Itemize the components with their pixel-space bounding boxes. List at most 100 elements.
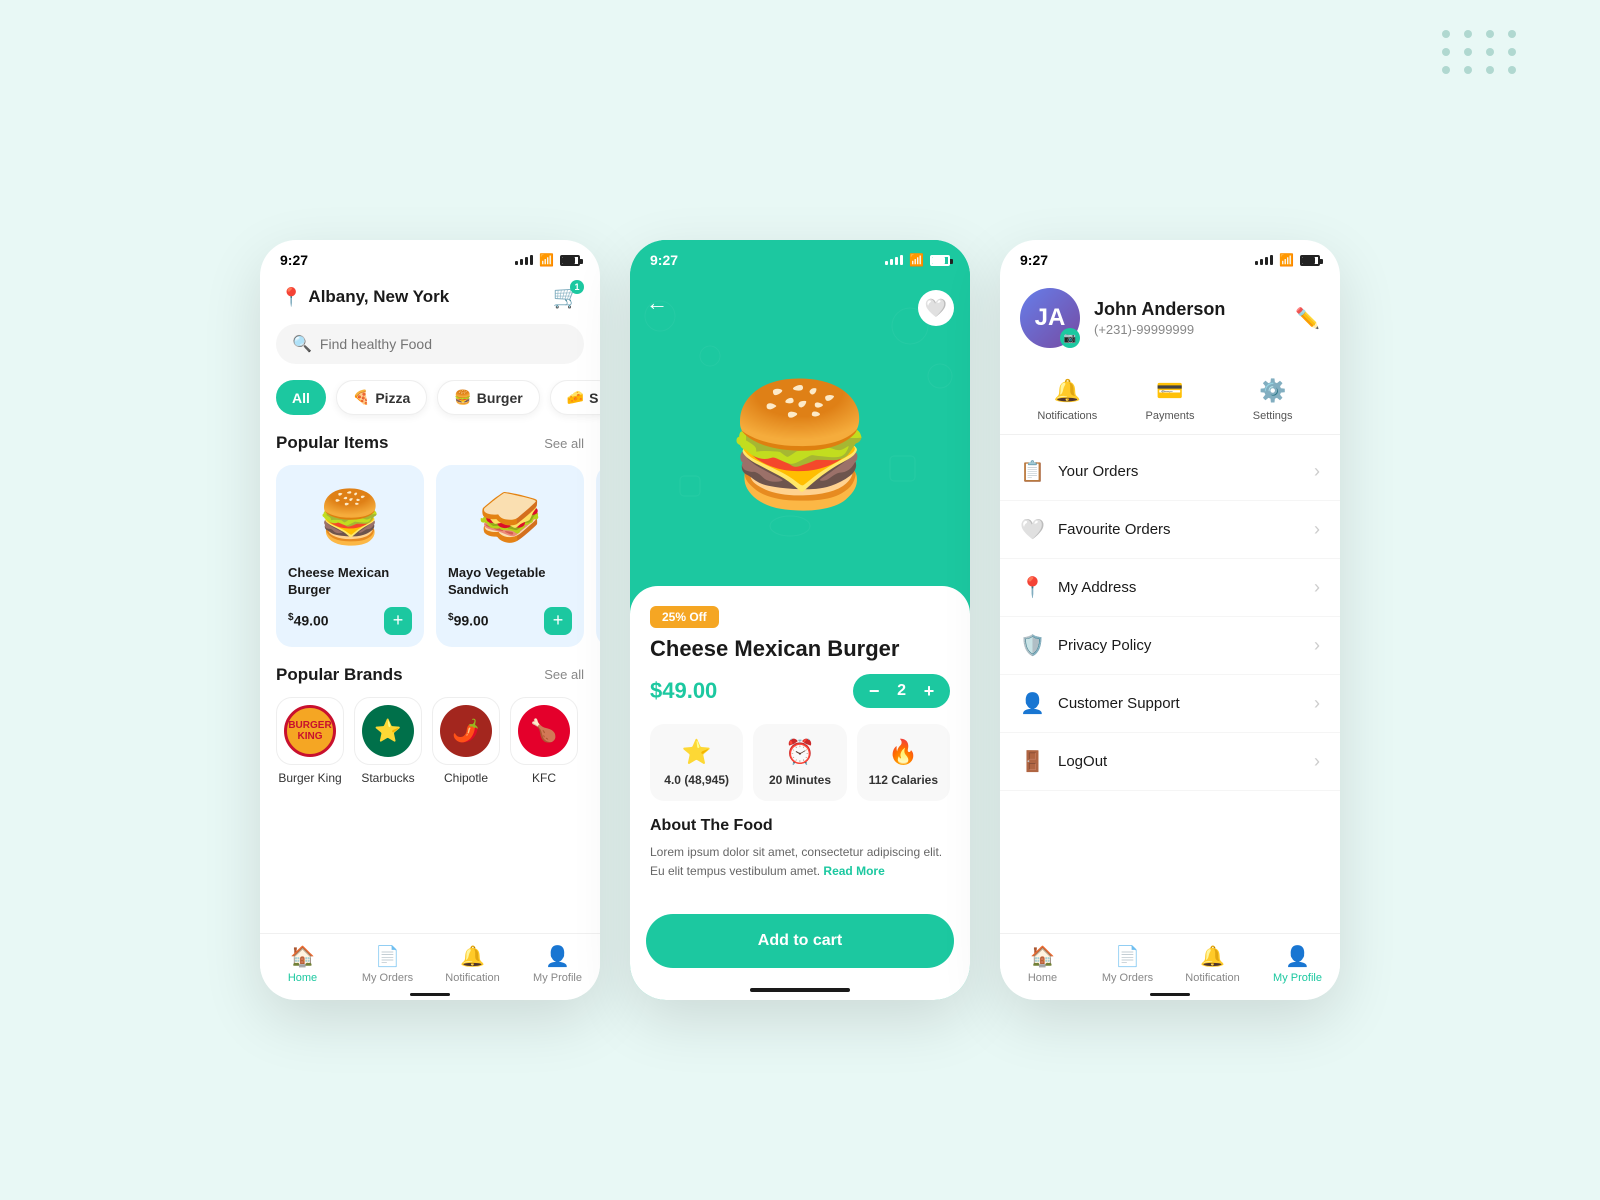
phone2-hero: ← 🤍 🍔: [630, 276, 970, 596]
food-card-1[interactable]: 🍔 Cheese Mexican Burger $49.00 +: [276, 465, 424, 647]
menu-favourite-orders[interactable]: 🤍 Favourite Orders ›: [1000, 501, 1340, 559]
add-to-cart-button[interactable]: Add to cart: [646, 914, 954, 968]
time-2: 9:27: [650, 252, 678, 268]
edit-profile-button[interactable]: ✏️: [1295, 306, 1320, 331]
category-burger[interactable]: 🍔 Burger: [437, 380, 539, 415]
bottom-nav-3: 🏠 Home 📄 My Orders 🔔 Notification 👤 My P…: [1000, 933, 1340, 1000]
nav-profile-label-3: My Profile: [1273, 972, 1322, 984]
food-card-1-price: $49.00: [288, 612, 329, 629]
home-icon-3: 🏠: [1030, 944, 1055, 969]
menu-customer-support[interactable]: 👤 Customer Support ›: [1000, 675, 1340, 733]
tab-payments[interactable]: 💳 Payments: [1119, 368, 1222, 434]
cart-badge: 1: [570, 280, 584, 294]
orders-icon-1: 📄: [375, 944, 400, 969]
nav-home-label-3: Home: [1028, 972, 1057, 984]
nav-orders-label-1: My Orders: [362, 972, 413, 984]
qty-increase-btn[interactable]: +: [918, 680, 940, 702]
food-card-2-img: 🥪: [448, 477, 572, 557]
chipotle-logo-design: 🌶️: [440, 705, 492, 757]
about-title: About The Food: [650, 817, 950, 835]
nav-orders-1[interactable]: 📄 My Orders: [345, 944, 430, 984]
signal-1: [515, 255, 533, 265]
nav-home-3[interactable]: 🏠 Home: [1000, 944, 1085, 984]
logout-chevron-icon: ›: [1314, 751, 1320, 772]
time-card: ⏰ 20 Minutes: [753, 724, 846, 801]
status-icons-1: 📶: [515, 253, 580, 267]
privacy-chevron-icon: ›: [1314, 635, 1320, 656]
brands-row: BURGER KING Burger King ⭐ Starbucks 🌶️ C…: [260, 697, 600, 801]
signal-2: [885, 255, 903, 265]
status-icons-2: 📶: [885, 253, 950, 267]
support-menu-label: Customer Support: [1058, 695, 1300, 712]
food-card-2[interactable]: 🥪 Mayo Vegetable Sandwich $99.00 +: [436, 465, 584, 647]
food-card-2-name: Mayo Vegetable Sandwich: [448, 565, 572, 599]
back-button[interactable]: ←: [646, 290, 668, 316]
menu-logout[interactable]: 🚪 LogOut ›: [1000, 733, 1340, 791]
popular-items-row: 🍔 Cheese Mexican Burger $49.00 + 🥪 Mayo …: [260, 465, 600, 665]
nav-indicator-3: [1150, 993, 1190, 996]
sb-logo-design: ⭐: [362, 705, 414, 757]
category-sandwich[interactable]: 🧀 S: [550, 380, 600, 415]
cart-button[interactable]: 🛒 1: [553, 284, 580, 310]
menu-my-address[interactable]: 📍 My Address ›: [1000, 559, 1340, 617]
settings-tab-icon: ⚙️: [1259, 378, 1286, 404]
sandwich-emoji: 🧀: [567, 389, 584, 406]
category-burger-label: Burger: [477, 390, 523, 406]
favourite-menu-icon: 🤍: [1020, 517, 1044, 542]
menu-privacy-policy[interactable]: 🛡️ Privacy Policy ›: [1000, 617, 1340, 675]
phone-1: 9:27 📶 📍 Albany, New York 🛒 1 🔍: [260, 240, 600, 1000]
home-indicator-2: [750, 988, 850, 992]
popular-items-header: Popular Items See all: [260, 433, 600, 465]
notifications-tab-icon: 🔔: [1054, 378, 1081, 404]
avatar-camera-icon[interactable]: 📷: [1060, 328, 1080, 348]
nav-orders-3[interactable]: 📄 My Orders: [1085, 944, 1170, 984]
brand-burger-king[interactable]: BURGER KING Burger King: [276, 697, 344, 785]
food-card-2-add-btn[interactable]: +: [544, 607, 572, 635]
calories-card: 🔥 112 Calaries: [857, 724, 950, 801]
read-more-link[interactable]: Read More: [823, 864, 884, 878]
payments-tab-icon: 💳: [1156, 378, 1183, 404]
nav-profile-3[interactable]: 👤 My Profile: [1255, 944, 1340, 984]
tab-settings[interactable]: ⚙️ Settings: [1221, 368, 1324, 434]
search-input[interactable]: [320, 336, 568, 352]
qty-control[interactable]: − 2 +: [853, 674, 950, 708]
support-menu-icon: 👤: [1020, 691, 1044, 716]
food-card-1-add-btn[interactable]: +: [384, 607, 412, 635]
food-card-1-name: Cheese Mexican Burger: [288, 565, 412, 599]
popular-brands-title: Popular Brands: [276, 665, 403, 685]
menu-your-orders[interactable]: 📋 Your Orders ›: [1000, 443, 1340, 501]
popular-items-see-all[interactable]: See all: [544, 436, 584, 451]
time-3: 9:27: [1020, 252, 1048, 268]
phone-2: 9:27 📶: [630, 240, 970, 1000]
bottom-nav-1: 🏠 Home 📄 My Orders 🔔 Notification 👤 My P…: [260, 933, 600, 1000]
nav-notification-label-3: Notification: [1185, 972, 1239, 984]
brand-logo-bk: BURGER KING: [276, 697, 344, 765]
search-bar[interactable]: 🔍: [276, 324, 584, 364]
qty-decrease-btn[interactable]: −: [863, 680, 885, 702]
nav-notification-label-1: Notification: [445, 972, 499, 984]
favorite-button[interactable]: 🤍: [918, 290, 954, 326]
calories-text: 112 Calaries: [869, 773, 938, 787]
brand-logo-kfc: 🍗: [510, 697, 578, 765]
payments-tab-label: Payments: [1146, 410, 1195, 422]
nav-notification-1[interactable]: 🔔 Notification: [430, 944, 515, 984]
brand-logo-sb: ⭐: [354, 697, 422, 765]
tab-notifications[interactable]: 🔔 Notifications: [1016, 368, 1119, 434]
nav-profile-1[interactable]: 👤 My Profile: [515, 944, 600, 984]
nav-orders-label-3: My Orders: [1102, 972, 1153, 984]
brand-starbucks[interactable]: ⭐ Starbucks: [354, 697, 422, 785]
orders-menu-label: Your Orders: [1058, 463, 1300, 480]
phones-container: 9:27 📶 📍 Albany, New York 🛒 1 🔍: [260, 200, 1340, 1000]
favourite-menu-label: Favourite Orders: [1058, 521, 1300, 538]
nav-home-1[interactable]: 🏠 Home: [260, 944, 345, 984]
popular-brands-see-all[interactable]: See all: [544, 667, 584, 682]
wifi-3: 📶: [1279, 253, 1294, 267]
brand-kfc[interactable]: 🍗 KFC: [510, 697, 578, 785]
nav-notification-3[interactable]: 🔔 Notification: [1170, 944, 1255, 984]
food-card-1-img: 🍔: [288, 477, 412, 557]
brand-chipotle[interactable]: 🌶️ Chipotle: [432, 697, 500, 785]
food-title: Cheese Mexican Burger: [650, 636, 950, 662]
notification-icon-1: 🔔: [460, 944, 485, 969]
category-all[interactable]: All: [276, 380, 326, 415]
category-pizza[interactable]: 🍕 Pizza: [336, 380, 427, 415]
